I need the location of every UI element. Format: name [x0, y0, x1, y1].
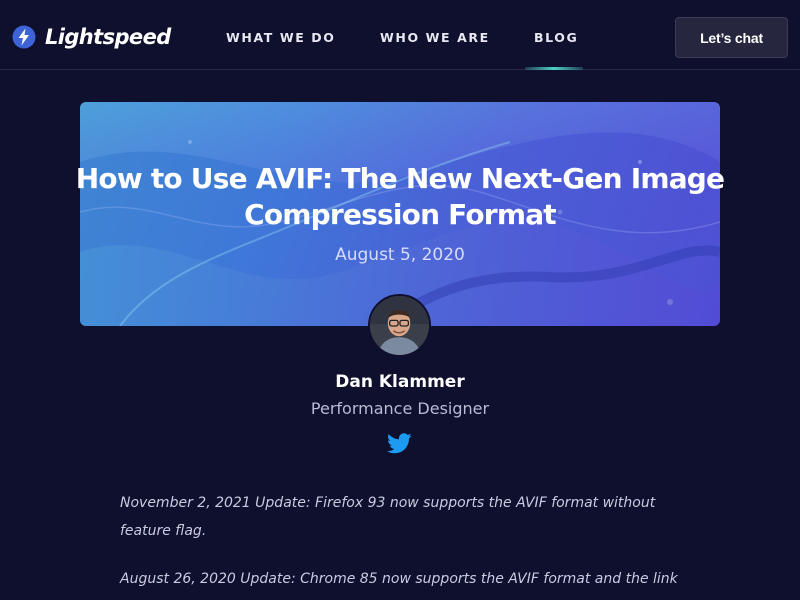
- article-date: August 5, 2020: [335, 245, 465, 265]
- twitter-icon: [387, 433, 412, 454]
- nav-what-we-do[interactable]: WHAT WE DO: [226, 30, 336, 46]
- lets-chat-button[interactable]: Let’s chat: [675, 17, 788, 58]
- article-update-paragraph: November 2, 2021 Update: Firefox 93 now …: [120, 495, 656, 539]
- author-name: Dan Klammer: [335, 372, 465, 392]
- logo-link[interactable]: Lightspeed: [12, 24, 171, 50]
- nav-blog[interactable]: BLOG: [534, 30, 578, 46]
- lightning-bolt-icon: [12, 25, 36, 49]
- article-update-paragraph: August 26, 2020 Update: Chrome 85 now su…: [120, 571, 678, 587]
- author-photo: [370, 296, 429, 355]
- site-header: Lightspeed WHAT WE DO WHO WE ARE BLOG Le…: [0, 0, 800, 70]
- article-title: How to Use AVIF: The New Next-Gen Image …: [0, 161, 800, 233]
- nav-active-indicator: [525, 67, 583, 70]
- author-role: Performance Designer: [310, 399, 490, 418]
- page: Lightspeed WHAT WE DO WHO WE ARE BLOG Le…: [0, 0, 800, 600]
- article-title-line2: Compression Format: [244, 198, 557, 231]
- article-title-line1: How to Use AVIF: The New Next-Gen Image: [75, 162, 725, 195]
- logo-text: Lightspeed: [45, 25, 171, 49]
- avatar: [368, 294, 431, 357]
- nav-who-we-are[interactable]: WHO WE ARE: [380, 30, 490, 46]
